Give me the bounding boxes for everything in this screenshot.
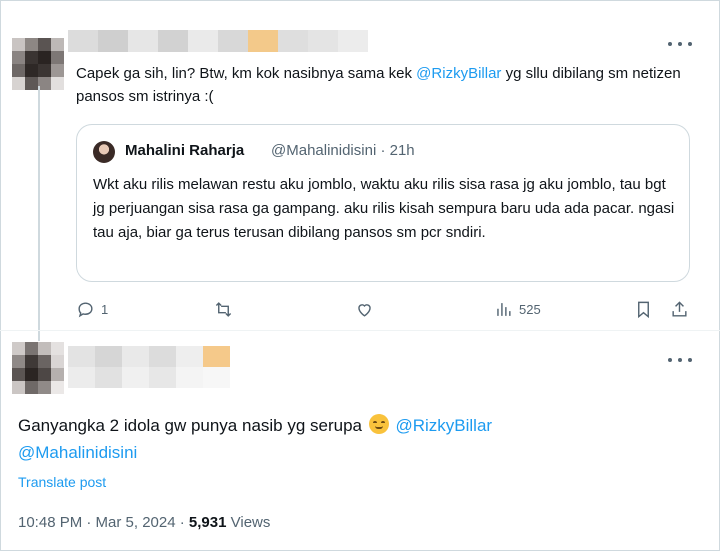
reply-author-name[interactable] [68,30,368,52]
more-icon[interactable] [668,40,692,48]
translate-post-link[interactable]: Translate post [18,474,106,490]
relieved-face-icon [368,414,389,434]
views-button[interactable]: 525 [494,300,541,319]
main-avatar[interactable] [12,342,64,394]
mention-rizkybillar[interactable]: @RizkyBillar [395,416,492,435]
bookmark-icon [638,301,649,319]
views-icon [497,303,511,316]
retweet-button[interactable] [214,300,233,319]
reply-icon [78,302,93,318]
reply-button[interactable]: 1 [76,300,108,319]
share-button[interactable] [670,300,689,319]
reply-text-part: Capek ga sih, lin? Btw, km kok nasibnya … [76,65,417,82]
mention-rizkybillar[interactable]: @RizkyBillar [416,65,501,82]
like-button[interactable] [355,300,374,319]
main-post-text: Ganyangka 2 idola gw punya nasib yg seru… [18,412,698,466]
share-icon [672,301,687,317]
reply-text: Capek ga sih, lin? Btw, km kok nasibnya … [76,62,696,108]
quote-author-name[interactable]: Mahalini Raharja [125,142,244,159]
main-author-name[interactable] [68,346,230,388]
thread-line [38,86,40,341]
reply-avatar[interactable] [12,38,64,90]
quote-avatar[interactable] [93,141,115,163]
more-icon[interactable] [668,356,692,364]
like-icon [358,304,371,317]
post-timestamp[interactable]: 10:48 PM · Mar 5, 2024 · [18,514,189,531]
divider [0,330,720,331]
views-count: 525 [519,302,541,317]
quoted-post[interactable]: Mahalini Raharja @Mahalinidisini · 21h W… [76,124,690,282]
quote-body: Wkt aku rilis melawan restu aku jomblo, … [93,176,675,241]
main-post-body: Ganyangka 2 idola gw punya nasib yg seru… [18,416,367,435]
reply-count: 1 [101,302,109,317]
retweet-icon [215,302,232,317]
post-meta: 10:48 PM · Mar 5, 2024 · 5,931 Views [18,514,270,531]
bookmark-button[interactable] [634,300,653,319]
post-views-count: 5,931 [188,514,227,531]
post-views-label: Views [226,514,271,531]
quote-author-handle: @Mahalinidisini · 21h [271,142,415,159]
mention-mahalinidisini[interactable]: @Mahalinidisini [18,443,137,462]
